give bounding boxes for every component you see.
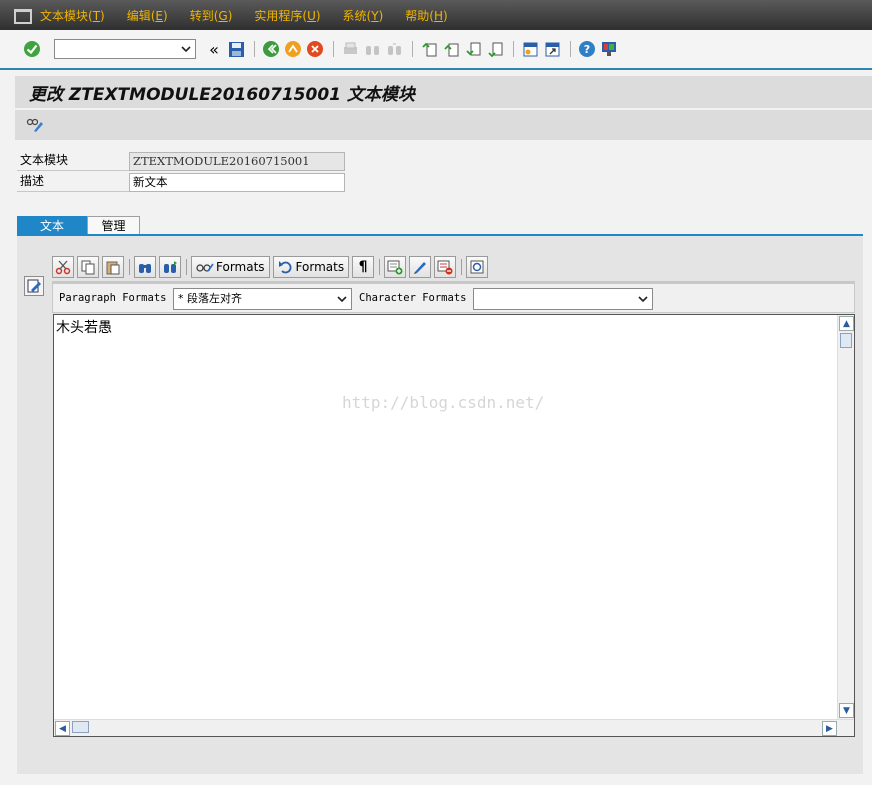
previous-page-icon[interactable]: [441, 39, 461, 59]
toolbar-separator: [254, 41, 255, 57]
description-label: 描述: [17, 172, 129, 192]
toolbar-separator: [513, 41, 514, 57]
glasses-icon: [196, 263, 214, 272]
page-title: 更改 ZTEXTMODULE20160715001 文本模块: [29, 84, 415, 105]
tab-administration[interactable]: 管理: [87, 216, 140, 235]
text-editor[interactable]: 木头若愚 http://blog.csdn.net/ ▲ ▼ ◀ ▶: [53, 314, 855, 737]
toolbar-separator: [186, 259, 187, 275]
tab-text[interactable]: 文本: [17, 216, 87, 235]
format-bar: Paragraph Formats * 段落左对齐 Character Form…: [52, 281, 855, 313]
horizontal-scrollbar[interactable]: ◀ ▶: [54, 719, 854, 736]
text-module-field[interactable]: ZTEXTMODULE20160715001: [129, 151, 345, 171]
chevron-down-icon: [337, 296, 347, 303]
editor-toolbar: Formats Formats ¶: [52, 256, 491, 278]
undo-formats-button[interactable]: Formats: [272, 256, 350, 278]
print-icon[interactable]: [340, 39, 360, 59]
menu-system[interactable]: 系统(Y): [343, 7, 384, 24]
find-icon[interactable]: [362, 39, 382, 59]
shortcut-icon[interactable]: [542, 39, 562, 59]
first-page-icon[interactable]: [419, 39, 439, 59]
watermark: http://blog.csdn.net/: [342, 393, 545, 412]
undo-icon: [278, 261, 291, 274]
description-field[interactable]: 新文本: [129, 172, 345, 192]
toolbar-separator: [412, 41, 413, 57]
next-page-icon[interactable]: [463, 39, 483, 59]
refresh-icon[interactable]: [466, 256, 489, 278]
description-row: 描述 新文本: [17, 172, 345, 192]
save-icon[interactable]: [226, 39, 246, 59]
text-module-label: 文本模块: [17, 151, 129, 171]
paragraph-formats-label: Paragraph Formats: [59, 292, 167, 304]
show-formatting-button[interactable]: ¶: [352, 256, 375, 278]
vertical-scrollbar[interactable]: ▲ ▼: [837, 315, 854, 719]
insert-line-icon[interactable]: [384, 256, 407, 278]
scroll-left-icon[interactable]: ◀: [55, 721, 70, 736]
edit-pencil-icon[interactable]: [409, 256, 432, 278]
formats-label: Formats: [295, 260, 345, 274]
find-next-icon[interactable]: [159, 256, 181, 278]
horizontal-scroll-thumb[interactable]: [72, 721, 89, 733]
find-icon[interactable]: [134, 256, 156, 278]
last-page-icon[interactable]: [485, 39, 505, 59]
back-icon[interactable]: [261, 39, 281, 59]
history-icon[interactable]: «: [204, 39, 224, 59]
sap-menu-icon[interactable]: [14, 9, 32, 24]
vertical-scroll-thumb[interactable]: [840, 333, 852, 348]
toolbar-separator: [333, 41, 334, 57]
customize-layout-icon[interactable]: [599, 39, 619, 59]
toolbar-separator: [461, 259, 463, 275]
svg-text:?: ?: [584, 43, 590, 56]
menu-bar: 文本模块(T) 编辑(E) 转到(G) 实用程序(U) 系统(Y) 帮助(H): [0, 0, 872, 30]
scroll-up-icon[interactable]: ▲: [839, 316, 854, 331]
scroll-down-icon[interactable]: ▼: [839, 703, 854, 718]
application-toolbar: [15, 110, 872, 140]
delete-line-icon[interactable]: [434, 256, 457, 278]
character-formats-label: Character Formats: [359, 292, 467, 304]
formats-button[interactable]: Formats: [191, 256, 270, 278]
enter-check-icon[interactable]: [22, 39, 42, 59]
toolbar-separator: [129, 259, 130, 275]
copy-icon[interactable]: [77, 256, 99, 278]
tab-strip: 文本 管理: [17, 216, 140, 236]
formats-label: Formats: [216, 260, 265, 274]
edit-mode-icon[interactable]: [24, 276, 44, 296]
menu-goto[interactable]: 转到(G): [190, 7, 233, 24]
cut-icon[interactable]: [52, 256, 74, 278]
character-formats-select[interactable]: [473, 288, 653, 310]
paste-icon[interactable]: [102, 256, 124, 278]
command-field[interactable]: [54, 39, 196, 59]
toolbar-separator: [379, 259, 381, 275]
paragraph-formats-select[interactable]: * 段落左对齐: [173, 288, 352, 310]
cancel-icon[interactable]: [305, 39, 325, 59]
new-session-icon[interactable]: [520, 39, 540, 59]
menu-text-module[interactable]: 文本模块(T): [40, 7, 105, 24]
toolbar-separator: [570, 41, 571, 57]
help-icon[interactable]: ?: [577, 39, 597, 59]
exit-icon[interactable]: [283, 39, 303, 59]
page-title-bar: 更改 ZTEXTMODULE20160715001 文本模块: [15, 76, 872, 108]
standard-toolbar: « ?: [0, 30, 872, 70]
chevron-down-icon: [638, 296, 648, 303]
text-module-row: 文本模块 ZTEXTMODULE20160715001: [17, 151, 345, 171]
find-next-icon[interactable]: [384, 39, 404, 59]
menu-edit[interactable]: 编辑(E): [127, 7, 168, 24]
paragraph-formats-value: * 段落左对齐: [178, 292, 242, 305]
menu-help[interactable]: 帮助(H): [405, 7, 447, 24]
display-change-icon[interactable]: [25, 115, 45, 135]
menu-utilities[interactable]: 实用程序(U): [254, 7, 320, 24]
pilcrow-icon: ¶: [358, 259, 368, 275]
scroll-right-icon[interactable]: ▶: [822, 721, 837, 736]
editor-content: 木头若愚: [56, 320, 112, 336]
chevron-down-icon: [181, 46, 191, 53]
